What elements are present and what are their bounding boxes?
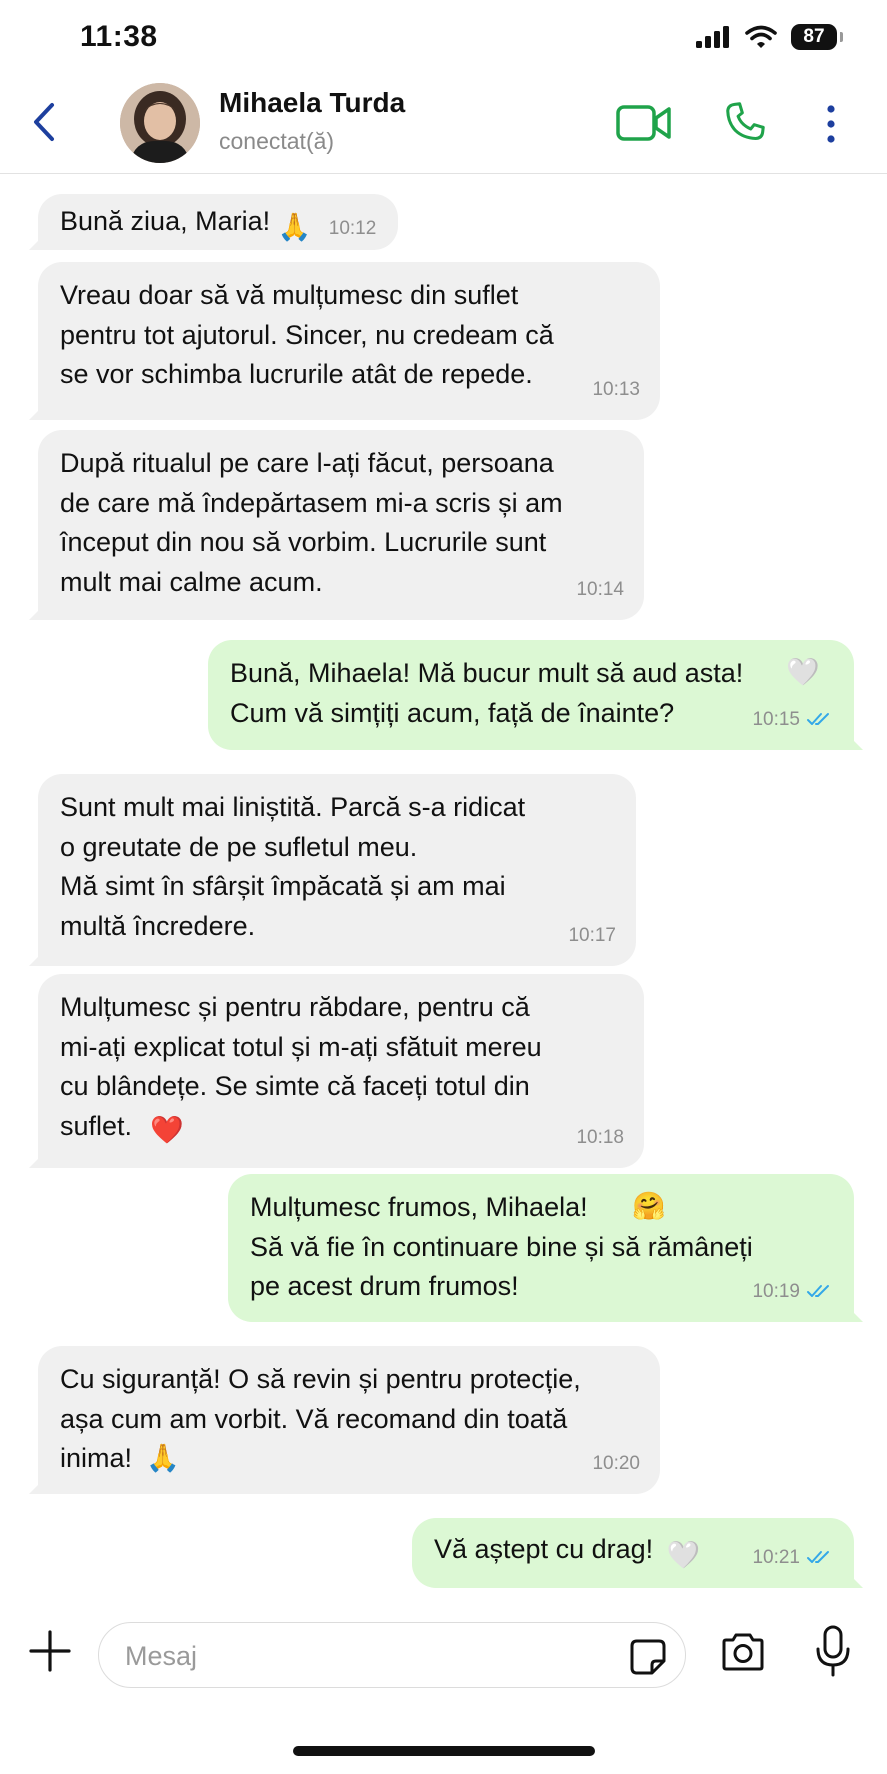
message-input-container[interactable]: [98, 1622, 686, 1689]
message-meta: 10:13: [592, 370, 640, 410]
sticker-button[interactable]: [629, 1638, 667, 1676]
white-heart-emoji: 🤍: [666, 1540, 701, 1570]
hugging-face-emoji: 🤗: [632, 1191, 666, 1221]
phone-icon: [726, 102, 765, 141]
message-meta: 10:21: [752, 1538, 834, 1578]
message-text: Vă aștept cu drag!: [434, 1534, 654, 1564]
message-text: Mulțumesc și pentru răbdare, pentru că m…: [60, 992, 542, 1141]
contact-name[interactable]: Mihaela Turda: [219, 87, 405, 119]
message-meta: 10:15: [752, 700, 834, 740]
message-input[interactable]: [123, 1623, 607, 1689]
message-time: 10:19: [752, 1280, 800, 1302]
message-bubble-outgoing[interactable]: Mulțumesc frumos, Mihaela! Să vă fie în …: [228, 1174, 863, 1322]
red-heart-emoji: ❤️: [150, 1115, 184, 1145]
plus-icon: [29, 1630, 71, 1672]
double-check-icon: [807, 713, 829, 726]
message-bubble-incoming[interactable]: Sunt mult mai liniștită. Parcă s-a ridic…: [29, 774, 636, 966]
contact-status: conectat(ă): [219, 128, 335, 154]
message-text: Vreau doar să vă mulțumesc din suflet pe…: [60, 280, 554, 389]
battery-indicator: 87: [791, 24, 843, 50]
folded-hands-emoji: 🙏: [277, 212, 312, 242]
avatar-image: [120, 83, 200, 163]
status-bar: 11:38 87: [0, 0, 887, 75]
message-time: 10:13: [592, 378, 640, 400]
more-options-button[interactable]: [820, 103, 842, 150]
chevron-left-icon: [34, 103, 54, 141]
chat-header: Mihaela Turda conectat(ă): [0, 75, 887, 174]
message-bubble-outgoing[interactable]: Vă aștept cu drag! 🤍 10:21: [412, 1518, 863, 1588]
voice-call-button[interactable]: [722, 99, 768, 150]
message-bubble-incoming[interactable]: Vreau doar să vă mulțumesc din suflet pe…: [29, 262, 660, 420]
wifi-icon: [745, 25, 777, 48]
status-icons: 87: [695, 24, 843, 50]
message-meta: 10:20: [592, 1444, 640, 1484]
avatar[interactable]: [120, 83, 200, 163]
message-time: 10:14: [576, 578, 624, 600]
message-bubble-incoming[interactable]: Cu siguranță! O să revin și pentru prote…: [29, 1346, 660, 1494]
double-check-icon: [807, 1285, 829, 1298]
message-meta: 10:18: [576, 1118, 624, 1158]
folded-hands-emoji: 🙏: [146, 1443, 180, 1473]
composer-bar: [0, 1604, 887, 1704]
video-call-icon: [616, 105, 671, 141]
message-list[interactable]: Bună ziua, Maria! 🙏 10:12 Vreau doar să …: [0, 174, 887, 1604]
message-meta: 10:12: [329, 209, 377, 249]
message-bubble-incoming[interactable]: După ritualul pe care l-ați făcut, perso…: [29, 430, 644, 620]
sticker-icon: [630, 1639, 666, 1675]
message-meta: 10:14: [576, 570, 624, 610]
camera-icon: [722, 1633, 764, 1671]
message-text: Bună, Mihaela! Mă bucur mult să aud asta…: [230, 654, 832, 733]
message-text: Bună ziua, Maria!: [60, 206, 271, 236]
camera-button[interactable]: [720, 1632, 766, 1676]
message-time: 10:17: [568, 924, 616, 946]
message-time: 10:12: [328, 218, 377, 239]
message-bubble-incoming[interactable]: Mulțumesc și pentru răbdare, pentru că m…: [29, 974, 644, 1168]
message-text-content: Bună, Mihaela! Mă bucur mult să aud asta…: [230, 658, 744, 728]
attach-button[interactable]: [28, 1629, 72, 1673]
message-text: Mulțumesc frumos, Mihaela! Să vă fie în …: [250, 1192, 753, 1301]
video-call-button[interactable]: [616, 103, 672, 148]
message-time: 10:21: [752, 1546, 800, 1568]
message-meta: 10:19: [752, 1272, 834, 1312]
signal-icon: [696, 26, 729, 48]
message-bubble-outgoing[interactable]: Bună, Mihaela! Mă bucur mult să aud asta…: [208, 640, 863, 750]
double-check-icon: [807, 1551, 829, 1564]
message-bubble-incoming[interactable]: Bună ziua, Maria! 🙏 10:12: [28, 194, 399, 250]
message-time: 10:20: [592, 1452, 640, 1474]
white-heart-emoji: 🤍: [786, 657, 820, 687]
more-vertical-icon: [827, 105, 835, 143]
status-time: 11:38: [80, 20, 158, 53]
message-text: După ritualul pe care l-ați făcut, perso…: [60, 448, 563, 597]
back-button[interactable]: [24, 97, 64, 147]
message-time: 10:18: [576, 1126, 624, 1148]
home-indicator[interactable]: [293, 1746, 595, 1756]
message-text: Sunt mult mai liniștită. Parcă s-a ridic…: [60, 792, 526, 941]
message-meta: 10:17: [568, 916, 616, 956]
microphone-icon: [816, 1625, 850, 1677]
microphone-button[interactable]: [814, 1624, 852, 1680]
message-time: 10:15: [752, 708, 800, 730]
